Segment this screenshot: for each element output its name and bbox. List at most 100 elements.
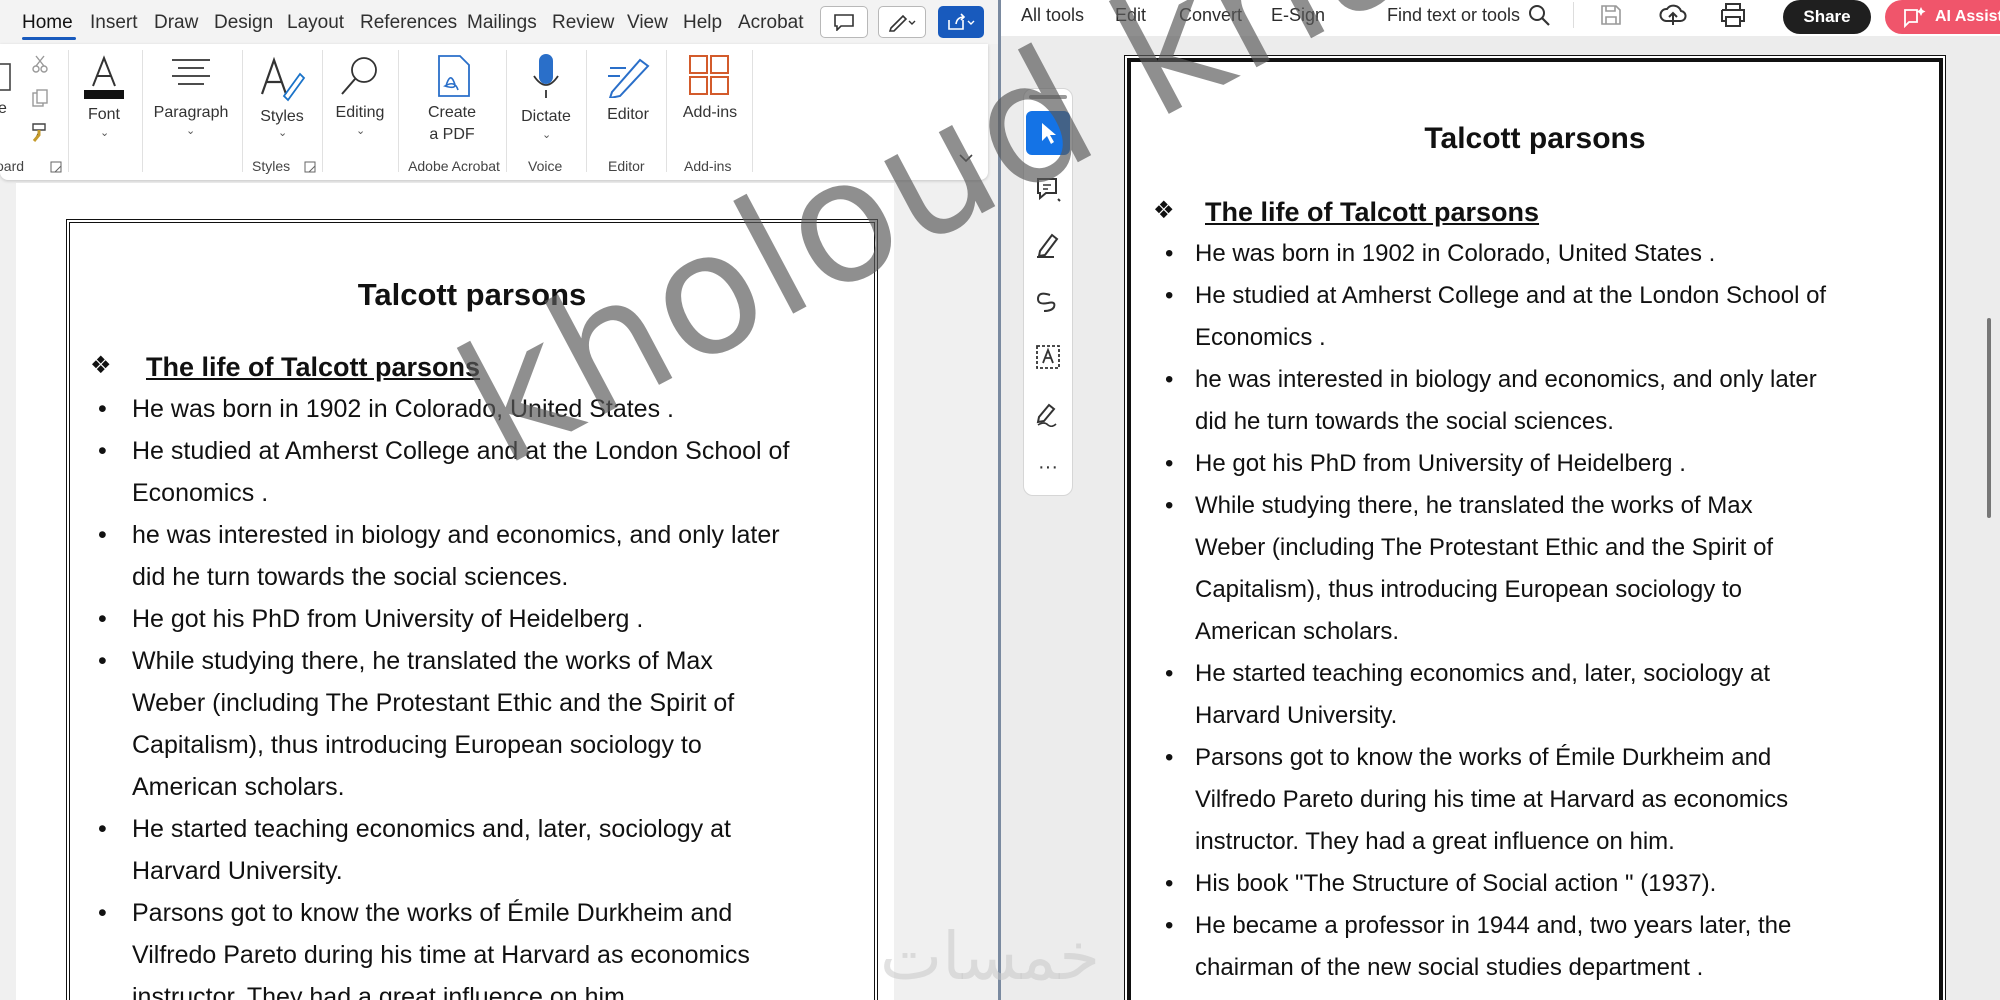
- bullet-dot-icon: •: [1165, 282, 1174, 309]
- toolbar-separator: [1573, 2, 1574, 28]
- share-button[interactable]: [938, 6, 984, 38]
- tab-view[interactable]: View: [627, 12, 668, 34]
- tab-layout[interactable]: Layout: [287, 12, 344, 34]
- all-tools-button[interactable]: All tools: [1021, 5, 1084, 26]
- tab-help[interactable]: Help: [683, 12, 722, 34]
- tab-insert[interactable]: Insert: [90, 12, 138, 34]
- bullet-line: did he turn towards the social sciences.: [132, 563, 569, 591]
- voice-group-label: Voice: [528, 158, 563, 174]
- share-button[interactable]: Share: [1783, 0, 1871, 34]
- tab-draw[interactable]: Draw: [154, 12, 198, 34]
- more-tools-icon[interactable]: ···: [1026, 445, 1070, 489]
- pdf-section-heading: The life of Talcott parsons: [1205, 197, 1540, 227]
- text-tool[interactable]: [1026, 335, 1070, 379]
- bullet-line: Economics .: [1195, 324, 1326, 351]
- bullet-dot-icon: •: [1165, 450, 1174, 477]
- addins-group-label: Add-ins: [684, 158, 732, 174]
- bullet-line: Vilfredo Pareto during his time at Harva…: [132, 941, 750, 969]
- document-canvas: Talcott parsons ❖ The life of Talcott pa…: [16, 183, 894, 1000]
- collapse-ribbon-icon[interactable]: [958, 152, 974, 164]
- bullet-line: His book "The Structure of Social action…: [1195, 870, 1717, 897]
- editing-mode-button[interactable]: [878, 6, 926, 38]
- tab-home[interactable]: Home: [22, 12, 73, 34]
- paste-label: e: [0, 100, 7, 117]
- rail-drag-handle[interactable]: [1029, 95, 1067, 99]
- bullet-line: Harvard University.: [1195, 702, 1398, 729]
- bullet-line: Capitalism), thus introducing European s…: [132, 731, 702, 759]
- dialog-launcher-icon[interactable]: [50, 161, 62, 173]
- bullet-line: He studied at Amherst College and at the…: [1195, 282, 1827, 309]
- bullet-dot-icon: •: [1165, 870, 1174, 897]
- copy-icon[interactable]: [30, 88, 50, 108]
- highlight-tool[interactable]: [1026, 223, 1070, 267]
- sign-tool[interactable]: [1026, 391, 1070, 435]
- font-button[interactable]: Font ⌄: [76, 50, 132, 150]
- create-pdf-button[interactable]: Create a PDF: [404, 50, 500, 150]
- tab-mailings[interactable]: Mailings: [467, 12, 537, 34]
- vertical-scrollbar[interactable]: [1987, 318, 1991, 518]
- bullet-line: instructor. They had a great influence o…: [1195, 828, 1675, 855]
- bullet-line: While studying there, he translated the …: [1195, 492, 1753, 519]
- bullet-dot-icon: •: [98, 605, 107, 633]
- ribbon-separator: [398, 50, 399, 172]
- highlighter-icon: [1037, 233, 1059, 258]
- diamond-bullet-icon: ❖: [90, 352, 112, 379]
- bullet-dot-icon: •: [98, 815, 107, 843]
- bullet-dot-icon: •: [1165, 366, 1174, 393]
- bullet-line: he was interested in biology and economi…: [1195, 366, 1817, 393]
- tab-acrobat[interactable]: Acrobat: [738, 12, 803, 34]
- addins-button[interactable]: Add-ins: [672, 50, 748, 150]
- ai-assistant-button[interactable]: AI Assist: [1885, 0, 2000, 34]
- bullet-line: American scholars.: [132, 773, 345, 801]
- dialog-launcher-icon[interactable]: [304, 161, 316, 173]
- search-icon[interactable]: [1527, 3, 1551, 27]
- ribbon: e oard Font ⌄ Paragraph ⌄ Styles ⌄ Style…: [0, 44, 988, 180]
- upload-cloud-icon[interactable]: [1659, 1, 1687, 29]
- styles-button[interactable]: Styles ⌄: [250, 50, 314, 150]
- chevron-down-icon: ⌄: [186, 125, 196, 137]
- editing-button[interactable]: Editing ⌄: [326, 50, 394, 150]
- comment-tool[interactable]: [1026, 167, 1070, 211]
- bullet-line: He studied at Amherst College and at the…: [132, 437, 790, 465]
- bullet-dot-icon: •: [98, 521, 107, 549]
- word-window: Home Insert Draw Design Layout Reference…: [0, 0, 1000, 1000]
- bullet-line: Weber (including The Protestant Ethic an…: [1195, 534, 1774, 561]
- comments-button[interactable]: [820, 6, 868, 38]
- editor-button[interactable]: Editor: [592, 50, 664, 150]
- format-painter-icon[interactable]: [30, 120, 52, 142]
- ai-assistant-label: AI Assist: [1935, 8, 2000, 25]
- tab-references[interactable]: References: [360, 12, 457, 34]
- save-icon[interactable]: [1599, 3, 1623, 27]
- bullet-dot-icon: •: [1165, 492, 1174, 519]
- tab-review[interactable]: Review: [552, 12, 614, 34]
- pdf-icon: [438, 55, 470, 97]
- cut-icon[interactable]: [30, 54, 50, 74]
- adobe-acrobat-group-label: Adobe Acrobat: [408, 158, 500, 174]
- convert-button[interactable]: Convert: [1179, 5, 1242, 26]
- word-menu-bar: Home Insert Draw Design Layout Reference…: [0, 0, 1000, 44]
- quick-tools-rail: ···: [1023, 88, 1073, 496]
- paragraph-button[interactable]: Paragraph ⌄: [148, 50, 234, 150]
- freehand-draw-icon: [1036, 292, 1056, 312]
- bullet-line: He got his PhD from University of Heidel…: [132, 605, 644, 633]
- share-icon: [948, 13, 975, 30]
- pdf-page-title: Talcott parsons: [1424, 122, 1646, 155]
- dictate-button[interactable]: Dictate ⌄: [512, 50, 580, 150]
- acrobat-toolbar: All tools Edit Convert E-Sign Find text …: [1001, 0, 2000, 36]
- paste-icon[interactable]: [0, 58, 14, 92]
- styles-icon: [260, 56, 306, 102]
- active-tab-indicator: [22, 37, 76, 40]
- find-text-tools[interactable]: Find text or tools: [1387, 5, 1520, 26]
- esign-button[interactable]: E-Sign: [1271, 5, 1325, 26]
- chevron-down-icon: ⌄: [542, 129, 552, 141]
- ribbon-separator: [586, 50, 587, 172]
- edit-button[interactable]: Edit: [1115, 5, 1146, 26]
- print-icon[interactable]: [1719, 2, 1747, 28]
- fill-sign-icon: [1036, 403, 1057, 427]
- ribbon-separator: [322, 50, 323, 172]
- page-title: Talcott parsons: [357, 277, 587, 312]
- ribbon-separator: [142, 50, 143, 172]
- draw-tool[interactable]: [1026, 279, 1070, 323]
- select-tool[interactable]: [1026, 111, 1070, 155]
- tab-design[interactable]: Design: [214, 12, 273, 34]
